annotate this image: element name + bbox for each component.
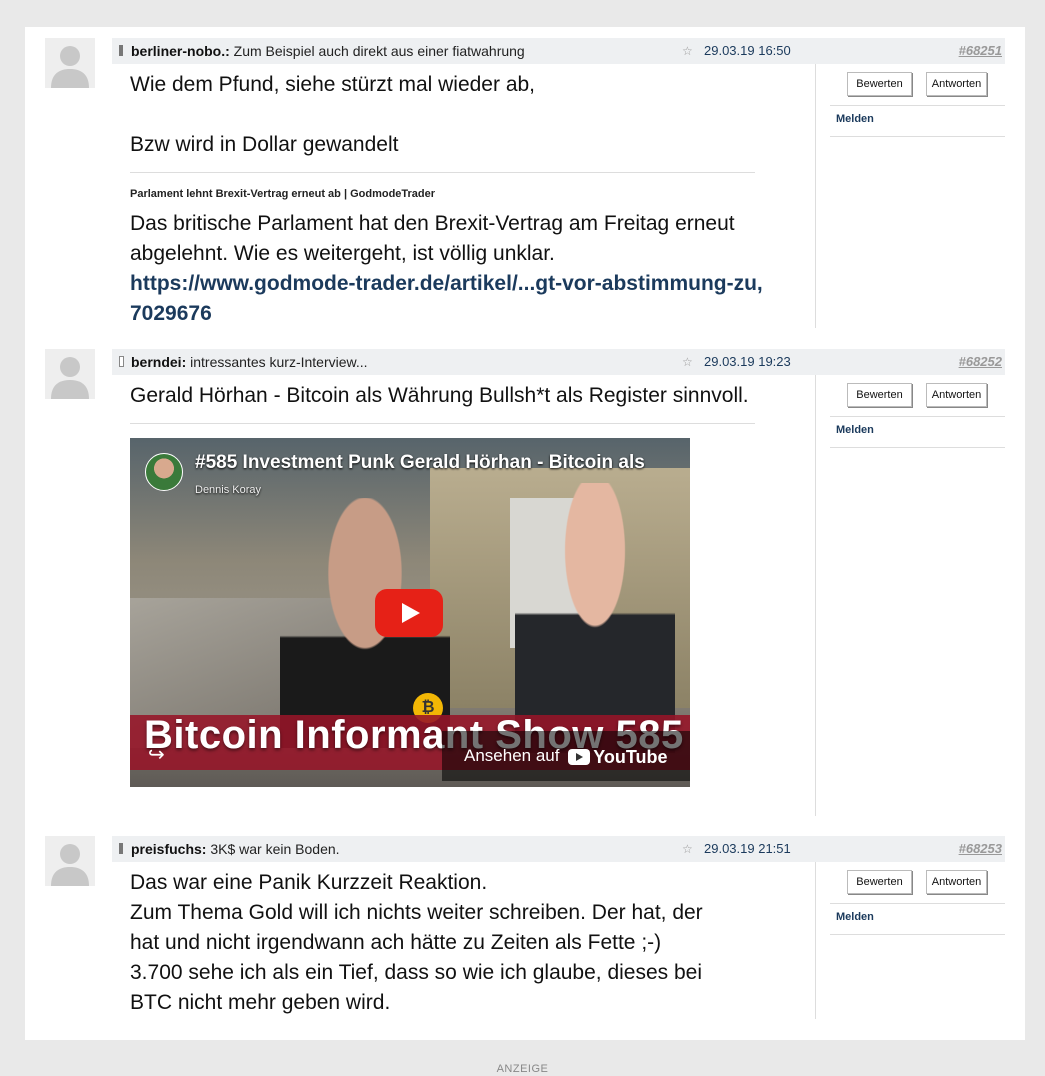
video-title[interactable]: #585 Investment Punk Gerald Hörhan - Bit… [195, 448, 645, 478]
post-author[interactable]: preisfuchs: [131, 841, 206, 857]
post-text: Das war eine Panik Kurzzeit Reaktion. [130, 871, 488, 894]
link-preview-title: Parlament lehnt Brexit-Vertrag erneut ab… [130, 188, 436, 200]
user-placeholder-icon [45, 349, 95, 399]
divider [830, 934, 1005, 935]
post-author[interactable]: berndei: [131, 354, 186, 370]
post-date: 29.03.19 16:50 [704, 43, 791, 58]
post-date: 29.03.19 19:23 [704, 354, 791, 369]
divider [830, 136, 1005, 137]
embedded-video[interactable]: ₿ #585 Investment Punk Gerald Hörhan - B… [130, 438, 690, 787]
forum-post: preisfuchs: 3K$ war kein Boden. ☆ 29.03.… [25, 825, 1025, 1025]
star-icon[interactable]: ☆ [682, 349, 693, 375]
watch-on-youtube-button[interactable]: Ansehen auf YouTube [442, 731, 690, 781]
reply-button[interactable]: Antworten [926, 72, 987, 96]
forum-thread-panel: berliner-nobo.: Zum Beispiel auch direkt… [25, 27, 1025, 1040]
post-header: preisfuchs: 3K$ war kein Boden. ☆ 29.03.… [112, 836, 1005, 862]
star-icon[interactable]: ☆ [682, 38, 693, 64]
reply-button[interactable]: Antworten [926, 383, 987, 407]
post-subject: intressantes kurz-Interview... [190, 354, 368, 370]
user-placeholder-icon [45, 38, 95, 88]
divider [830, 416, 1005, 417]
avatar[interactable] [45, 38, 95, 88]
divider [830, 903, 1005, 904]
post-text: Bzw wird in Dollar gewandelt [130, 133, 399, 156]
post-title: berliner-nobo.: Zum Beispiel auch direkt… [131, 38, 525, 64]
video-channel[interactable]: Dennis Koray [195, 475, 261, 505]
user-placeholder-icon [45, 836, 95, 886]
reply-button[interactable]: Antworten [926, 870, 987, 894]
post-text: Gerald Hörhan - Bitcoin als Währung Bull… [130, 384, 749, 407]
rating-bar-icon [119, 843, 123, 854]
avatar[interactable] [45, 836, 95, 886]
ad-label: ANZEIGE [496, 1063, 549, 1075]
report-link[interactable]: Melden [836, 911, 874, 923]
post-title: berndei: intressantes kurz-Interview... [131, 349, 368, 375]
rate-button[interactable]: Bewerten [847, 72, 912, 96]
youtube-icon [568, 748, 591, 765]
post-number-link[interactable]: #68251 [959, 38, 1002, 64]
post-number-link[interactable]: #68252 [959, 349, 1002, 375]
watch-label: Ansehen auf [464, 746, 560, 765]
post-body: Das war eine Panik Kurzzeit Reaktion. Zu… [130, 868, 730, 1018]
post-header: berndei: intressantes kurz-Interview... … [112, 349, 1005, 375]
post-author[interactable]: berliner-nobo.: [131, 43, 230, 59]
share-icon[interactable]: ↪ [148, 740, 176, 768]
divider [815, 64, 816, 328]
post-title: preisfuchs: 3K$ war kein Boden. [131, 836, 340, 862]
divider [815, 862, 816, 1019]
rate-button[interactable]: Bewerten [847, 870, 912, 894]
post-text: Zum Thema Gold will ich nichts weiter sc… [130, 901, 703, 954]
youtube-label: YouTube [593, 746, 668, 767]
report-link[interactable]: Melden [836, 424, 874, 436]
forum-post: berliner-nobo.: Zum Beispiel auch direkt… [25, 27, 1025, 337]
post-body: Gerald Hörhan - Bitcoin als Währung Bull… [130, 381, 770, 787]
post-subject: Zum Beispiel auch direkt aus einer fiatw… [233, 43, 525, 59]
divider [830, 447, 1005, 448]
post-text: 3.700 sehe ich als ein Tief, dass so wie… [130, 961, 703, 1014]
rating-bar-icon [119, 45, 123, 56]
star-icon[interactable]: ☆ [682, 836, 693, 862]
play-button[interactable] [375, 589, 443, 637]
channel-avatar[interactable] [145, 453, 183, 491]
post-date: 29.03.19 21:51 [704, 841, 791, 856]
post-body: Wie dem Pfund, siehe stürzt mal wieder a… [130, 70, 770, 329]
divider [130, 172, 755, 173]
report-link[interactable]: Melden [836, 113, 874, 125]
link-preview-url[interactable]: https://www.godmode-trader.de/artikel/..… [130, 269, 770, 329]
rate-button[interactable]: Bewerten [847, 383, 912, 407]
forum-post: berndei: intressantes kurz-Interview... … [25, 338, 1025, 818]
post-subject: 3K$ war kein Boden. [210, 841, 340, 857]
post-number-link[interactable]: #68253 [959, 836, 1002, 862]
post-header: berliner-nobo.: Zum Beispiel auch direkt… [112, 38, 1005, 64]
rating-bar-icon [119, 356, 124, 367]
divider [130, 423, 755, 424]
divider [830, 105, 1005, 106]
divider [815, 375, 816, 816]
avatar[interactable] [45, 349, 95, 399]
post-text: Wie dem Pfund, siehe stürzt mal wieder a… [130, 73, 536, 96]
link-preview-text: Das britische Parlament hat den Brexit-V… [130, 212, 735, 265]
